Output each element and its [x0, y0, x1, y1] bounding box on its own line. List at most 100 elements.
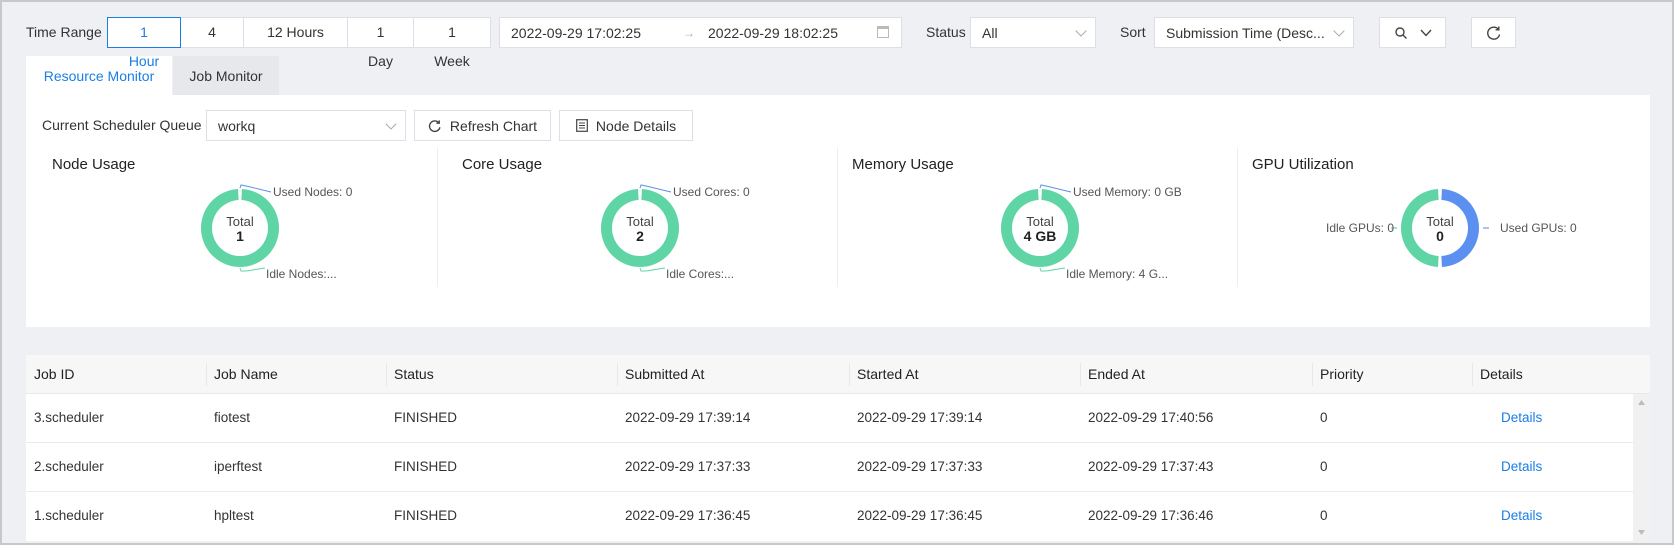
legend-used-gpus: Used GPUs: 0: [1500, 221, 1577, 235]
search-dropdown-button[interactable]: [1379, 17, 1446, 48]
cell-submitted-at: 2022-09-29 17:36:45: [625, 508, 751, 523]
refresh-chart-button[interactable]: Refresh Chart: [414, 110, 551, 141]
details-link[interactable]: Details: [1493, 443, 1542, 491]
donut-center-value: 2: [636, 228, 644, 244]
scroll-up-arrow-icon[interactable]: [1638, 400, 1645, 405]
cell-job-id: 2.scheduler: [34, 459, 104, 474]
node-usage-card: Node Usage Total 1 Used Nodes: 0 Idle No…: [26, 151, 436, 287]
legend-idle-cores: Idle Cores:...: [666, 267, 735, 281]
scroll-down-arrow-icon[interactable]: [1638, 530, 1645, 535]
status-label: Status: [926, 24, 966, 40]
cell-status: FINISHED: [394, 459, 458, 474]
donut-center-label: Total: [1426, 214, 1454, 229]
column-header-status[interactable]: Status: [386, 355, 434, 394]
chevron-down-icon: [1075, 25, 1087, 37]
legend-idle-memory: Idle Memory: 4 G...: [1066, 267, 1169, 281]
time-range-selector: 1 Hour 4 Hours 12 Hours 1 Day 1 Week: [107, 17, 491, 69]
time-range-1-day[interactable]: 1 Day: [347, 17, 414, 69]
time-range-1-hour[interactable]: 1 Hour: [107, 17, 181, 69]
legend-idle-gpus: Idle GPUs: 0: [1326, 221, 1395, 235]
time-range-4-hours[interactable]: 4 Hours: [180, 17, 244, 69]
cell-job-id: 3.scheduler: [34, 410, 104, 425]
date-range-arrow-icon: →: [683, 25, 695, 40]
date-range-picker[interactable]: 2022-09-29 17:02:25 → 2022-09-29 18:02:2…: [499, 17, 902, 48]
date-end-input[interactable]: 2022-09-29 18:02:25: [708, 25, 838, 41]
node-details-label: Node Details: [595, 117, 677, 134]
cell-priority: 0: [1320, 410, 1328, 425]
cell-ended-at: 2022-09-29 17:37:43: [1088, 459, 1214, 474]
sort-label: Sort: [1120, 24, 1146, 40]
time-range-1-week[interactable]: 1 Week: [413, 17, 491, 69]
cell-ended-at: 2022-09-29 17:36:46: [1088, 508, 1214, 523]
refresh-icon: [1486, 25, 1500, 40]
cell-status: FINISHED: [394, 410, 458, 425]
status-select[interactable]: All: [970, 17, 1096, 48]
jobs-table: Job ID Job Name Status Submitted At Star…: [26, 355, 1650, 541]
column-header-submitted-at[interactable]: Submitted At: [617, 355, 704, 394]
cell-ended-at: 2022-09-29 17:40:56: [1088, 410, 1214, 425]
cell-started-at: 2022-09-29 17:39:14: [857, 410, 983, 425]
cell-started-at: 2022-09-29 17:36:45: [857, 508, 983, 523]
donut-center-value: 1: [236, 228, 244, 244]
column-header-started-at[interactable]: Started At: [849, 355, 918, 394]
cell-job-name: hpltest: [214, 508, 254, 523]
table-row: 2.scheduler iperftest FINISHED 2022-09-2…: [26, 443, 1633, 492]
table-row: 1.scheduler hpltest FINISHED 2022-09-29 …: [26, 492, 1633, 541]
label-line-idle: [1039, 267, 1066, 272]
cell-job-name: fiotest: [214, 410, 251, 425]
calendar-icon[interactable]: [877, 26, 889, 38]
search-icon: [1394, 26, 1407, 39]
details-link[interactable]: Details: [1493, 394, 1542, 442]
time-range-label: Time Range: [26, 24, 102, 40]
document-icon: [576, 119, 588, 132]
cell-submitted-at: 2022-09-29 17:39:14: [625, 410, 751, 425]
donut-center-value: 4 GB: [1023, 228, 1057, 244]
cell-started-at: 2022-09-29 17:37:33: [857, 459, 983, 474]
label-line-idle: [239, 267, 266, 272]
column-header-job-name[interactable]: Job Name: [206, 355, 278, 394]
cell-status: FINISHED: [394, 508, 458, 523]
donut-center-label: Total: [226, 214, 254, 229]
details-link[interactable]: Details: [1493, 492, 1542, 540]
donut-center-label: Total: [1026, 214, 1054, 229]
gpu-utilization-card: GPU Utilization Total 0 Used GPUs: 0 Idl…: [1226, 151, 1650, 287]
time-range-12-hours[interactable]: 12 Hours: [243, 17, 348, 48]
column-header-priority[interactable]: Priority: [1312, 355, 1364, 394]
cell-job-id: 1.scheduler: [34, 508, 104, 523]
queue-select-value: workq: [218, 117, 256, 134]
donut-center-value: 0: [1436, 228, 1444, 244]
cell-submitted-at: 2022-09-29 17:37:33: [625, 459, 751, 474]
legend-used-nodes: Used Nodes: 0: [273, 185, 353, 199]
label-line-idle: [639, 267, 666, 272]
legend-used-memory: Used Memory: 0 GB: [1073, 185, 1182, 199]
queue-label: Current Scheduler Queue: [42, 117, 202, 133]
column-header-job-id[interactable]: Job ID: [26, 355, 74, 394]
status-select-value: All: [982, 24, 998, 41]
chevron-down-icon: [1419, 29, 1432, 37]
donut-center: Total 0: [1410, 214, 1470, 244]
cell-priority: 0: [1320, 508, 1328, 523]
queue-select[interactable]: workq: [206, 110, 406, 141]
chevron-down-icon: [1333, 25, 1345, 37]
table-row: 3.scheduler fiotest FINISHED 2022-09-29 …: [26, 394, 1633, 443]
legend-used-cores: Used Cores: 0: [673, 185, 750, 199]
table-scrollbar[interactable]: [1633, 394, 1650, 541]
column-header-ended-at[interactable]: Ended At: [1080, 355, 1145, 394]
refresh-chart-label: Refresh Chart: [449, 117, 538, 134]
cell-job-name: iperftest: [214, 459, 263, 474]
sort-select-value: Submission Time (Desc...: [1166, 24, 1325, 41]
legend-idle-nodes: Idle Nodes:...: [266, 267, 337, 281]
resource-monitor-panel: Current Scheduler Queue workq Refresh Ch…: [26, 95, 1650, 327]
donut-center-label: Total: [626, 214, 654, 229]
chevron-down-icon: [385, 118, 397, 130]
donut-center: Total 2: [610, 214, 670, 244]
memory-usage-card: Memory Usage Total 4 GB Used Memory: 0 G…: [826, 151, 1236, 287]
tab-job-monitor[interactable]: Job Monitor: [173, 56, 279, 96]
sort-select[interactable]: Submission Time (Desc...: [1154, 17, 1354, 48]
date-start-input[interactable]: 2022-09-29 17:02:25: [511, 25, 641, 41]
refresh-button[interactable]: [1471, 17, 1516, 48]
cell-priority: 0: [1320, 459, 1328, 474]
refresh-icon: [428, 119, 441, 132]
node-details-button[interactable]: Node Details: [559, 110, 693, 141]
donut-center: Total 4 GB: [1010, 214, 1070, 244]
